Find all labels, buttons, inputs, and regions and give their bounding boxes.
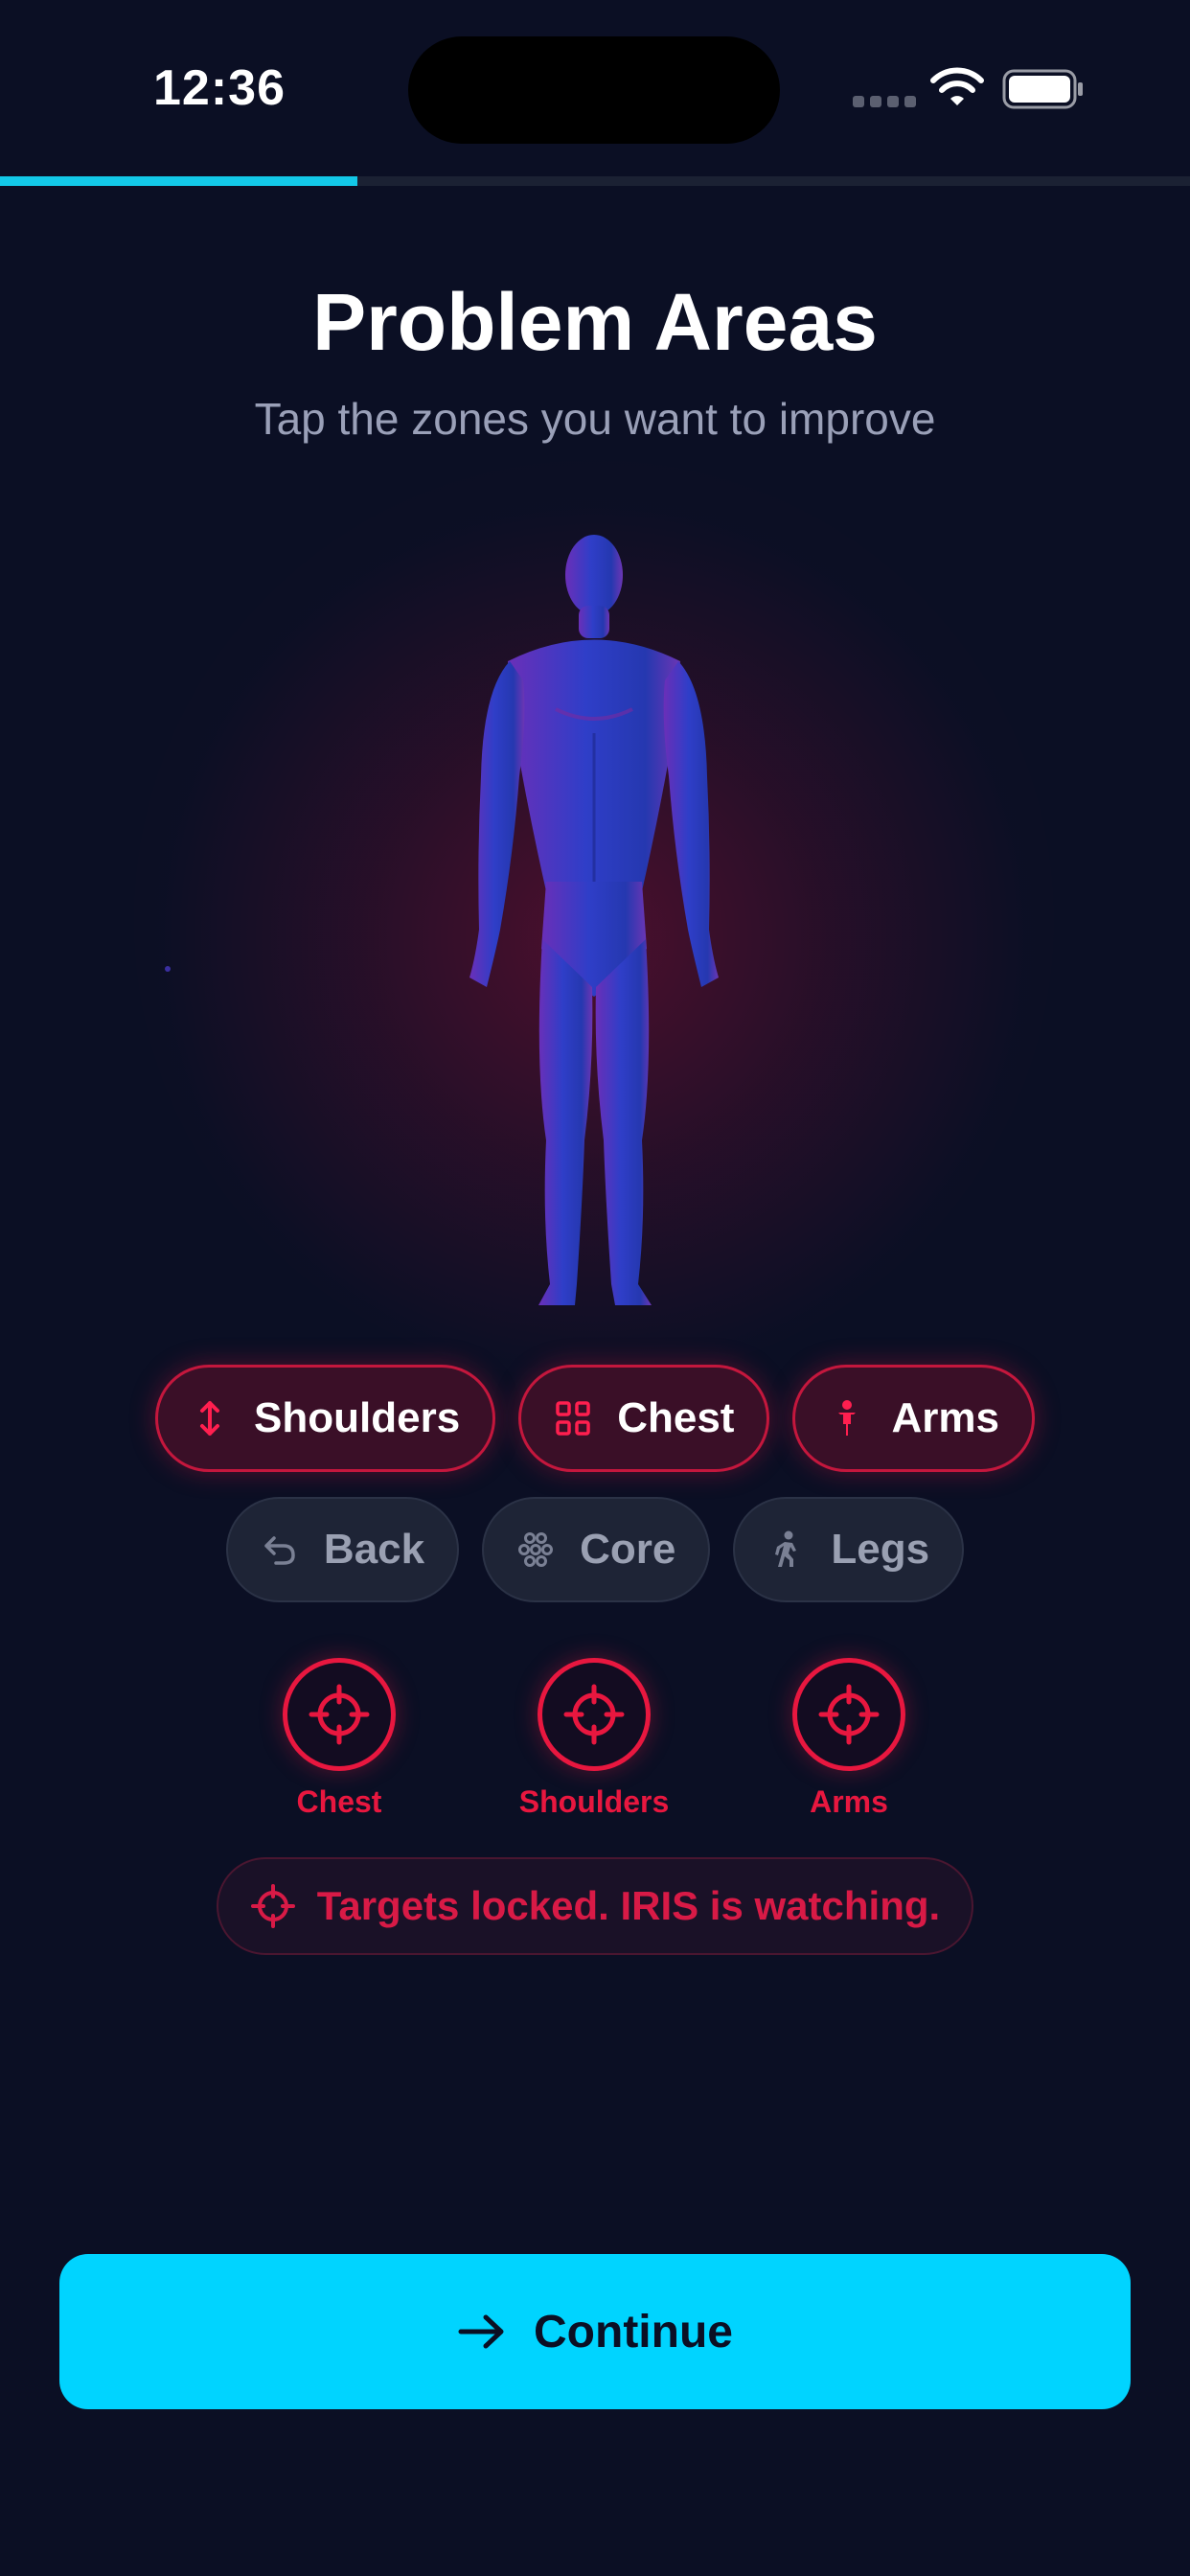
status-time: 12:36 — [153, 60, 286, 116]
zone-chip-label: Legs — [831, 1526, 930, 1573]
status-message-text: Targets locked. IRIS is watching. — [316, 1883, 941, 1928]
zone-chip-label: Back — [323, 1526, 425, 1573]
page-title: Problem Areas — [312, 277, 878, 367]
zone-chip-legs[interactable]: Legs — [733, 1497, 965, 1602]
cellular-signal-icon — [853, 96, 916, 107]
decorative-dot — [165, 966, 171, 972]
page-subtitle: Tap the zones you want to improve — [254, 394, 936, 444]
battery-icon — [1002, 69, 1083, 109]
target-label: Chest — [296, 1784, 382, 1819]
zone-chip-arms[interactable]: Arms — [792, 1365, 1035, 1472]
body-model-image — [469, 535, 719, 1305]
unselected-zones-row: Back Core Legs — [0, 1497, 1190, 1602]
core-dots-icon — [518, 1532, 554, 1567]
crosshair-icon — [250, 1884, 295, 1928]
zone-chip-label: Arms — [891, 1394, 999, 1441]
dynamic-island — [408, 36, 780, 144]
crosshair-icon — [538, 1658, 651, 1771]
undo-arrow-icon — [264, 1536, 295, 1565]
target-shoulders: Shoulders — [498, 1658, 690, 1820]
status-bar: 12:36 — [0, 0, 1190, 172]
progress-fill — [0, 176, 357, 186]
target-label: Shoulders — [518, 1784, 670, 1819]
crosshair-icon — [792, 1658, 905, 1771]
zone-chip-shoulders[interactable]: Shoulders — [155, 1365, 496, 1472]
onboarding-progress-bar — [0, 176, 1190, 186]
selected-zones-row: Shoulders Chest Arms — [0, 1365, 1190, 1472]
status-message: Targets locked. IRIS is watching. — [217, 1857, 973, 1955]
up-down-arrow-icon — [200, 1401, 220, 1436]
target-chest: Chest — [243, 1658, 435, 1820]
zone-chip-back[interactable]: Back — [225, 1497, 460, 1602]
walking-icon — [775, 1530, 797, 1567]
continue-button[interactable]: Continue — [59, 2254, 1131, 2409]
person-icon — [838, 1400, 857, 1436]
arrow-right-icon — [458, 2314, 504, 2349]
zone-chip-chest[interactable]: Chest — [518, 1365, 770, 1472]
zone-chip-label: Core — [580, 1526, 676, 1573]
zone-chip-core[interactable]: Core — [482, 1497, 711, 1602]
zone-chip-label: Chest — [617, 1394, 735, 1441]
wifi-icon — [930, 67, 984, 105]
grid-icon — [556, 1401, 590, 1436]
target-arms: Arms — [753, 1658, 945, 1820]
zone-chip-label: Shoulders — [254, 1394, 461, 1441]
crosshair-icon — [283, 1658, 396, 1771]
target-label: Arms — [810, 1784, 888, 1819]
continue-button-label: Continue — [534, 2306, 733, 2358]
